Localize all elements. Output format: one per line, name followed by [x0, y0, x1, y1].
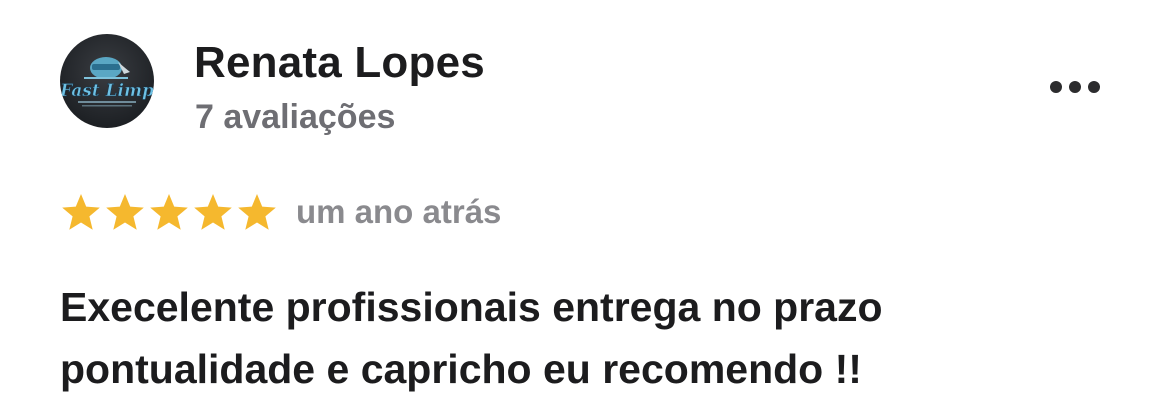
star-icon — [194, 194, 232, 230]
more-options-button[interactable] — [1040, 70, 1110, 106]
star-rating — [60, 192, 278, 232]
more-dot — [1069, 81, 1081, 93]
fast-limp-logo: Fast Limp — [60, 57, 154, 107]
more-horizontal-icon — [1050, 81, 1062, 93]
star-icon — [106, 194, 144, 230]
review-date: um ano atrás — [296, 193, 502, 230]
star-icon — [238, 194, 276, 230]
svg-text:Fast Limp: Fast Limp — [60, 81, 154, 101]
star-icon — [62, 194, 100, 230]
review-text-line: Execelente profissionais entrega no praz… — [60, 284, 883, 330]
review-count: 7 avaliações — [195, 98, 396, 136]
review-text: Execelente profissionais entrega no praz… — [60, 276, 1120, 400]
star-icon — [150, 194, 188, 230]
review-text-line: pontualidade e capricho eu recomendo !! — [60, 346, 862, 392]
review-card: Fast Limp Renata Lopes 7 avaliações um a… — [0, 0, 1170, 412]
more-dot — [1088, 81, 1100, 93]
avatar[interactable]: Fast Limp — [60, 34, 154, 128]
author-name[interactable]: Renata Lopes — [194, 38, 485, 88]
